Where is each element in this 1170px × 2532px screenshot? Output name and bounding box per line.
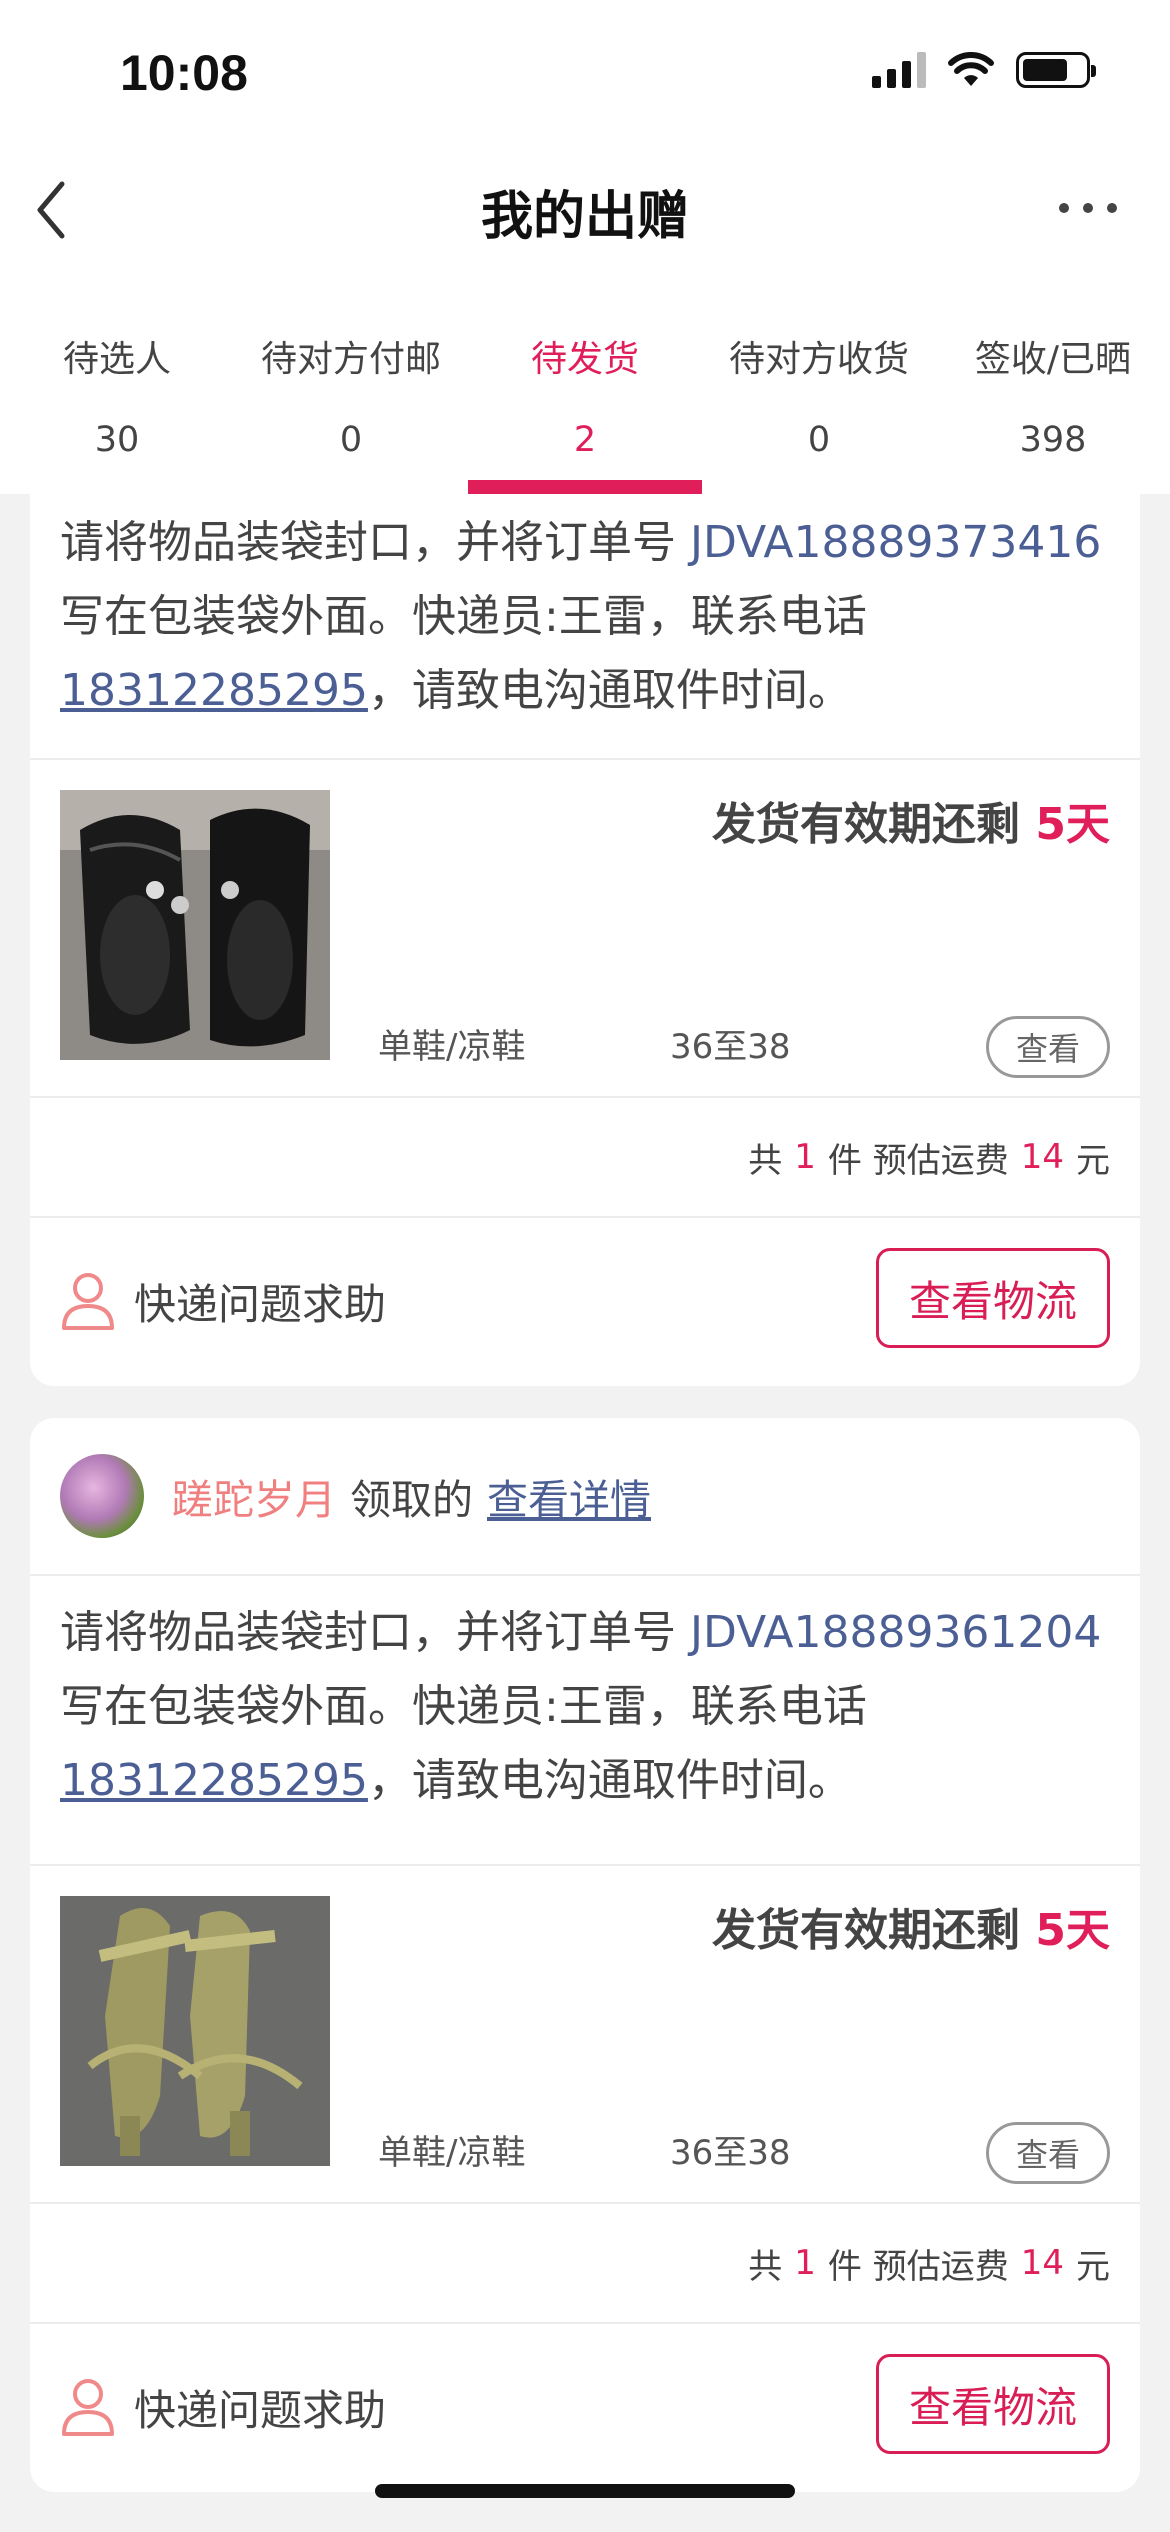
avatar[interactable] — [60, 1454, 144, 1538]
receiver-row: 蹉跎岁月 领取的 查看详情 — [30, 1418, 1140, 1576]
summary-text: 共 — [748, 1140, 783, 1181]
cellular-signal-icon — [872, 52, 926, 88]
help-row: 快递问题求助 查看物流 — [30, 1218, 1140, 1386]
receiver-action-text: 领取的 — [350, 1476, 473, 1524]
summary-text: 元 — [1076, 1140, 1110, 1181]
item-photo[interactable] — [60, 790, 330, 1060]
instr-text: 请将物品装袋封口，并将订单号 — [60, 517, 690, 568]
tab-pending-select[interactable]: 待选人 30 — [0, 270, 234, 494]
summary-text: 共 — [748, 2246, 783, 2287]
deadline-days: 5天 — [1035, 1905, 1110, 1956]
tab-label: 待对方收货 — [728, 339, 909, 380]
order-card: 蹉跎岁月 领取的 查看详情 请将物品装袋封口，并将订单号 JDVA1888936… — [30, 1418, 1140, 2492]
help-row: 快递问题求助 查看物流 — [30, 2324, 1140, 2492]
item-count: 1 — [794, 2243, 816, 2283]
item-row: 发货有效期还剩 5天 单鞋/凉鞋 36至38 查看 — [30, 760, 1140, 1098]
view-logistics-button[interactable]: 查看物流 — [876, 2354, 1110, 2454]
tab-count: 398 — [1019, 420, 1087, 460]
black-shoes-image — [60, 790, 330, 1060]
tab-label: 待选人 — [62, 339, 171, 380]
status-icons — [872, 52, 1096, 88]
shipping-deadline: 发货有效期还剩 5天 — [712, 1894, 1110, 1958]
item-category: 单鞋/凉鞋 — [378, 1027, 526, 1067]
instr-text: ，请致电沟通取件时间。 — [367, 1755, 852, 1806]
page-title: 我的出赠 — [480, 187, 689, 247]
person-icon — [62, 1273, 114, 1330]
status-bar: 10:08 — [0, 0, 1170, 150]
summary-text: 件 预估运费 — [827, 1140, 1009, 1181]
order-summary: 共 1 件 预估运费 14 元 — [30, 1098, 1140, 1218]
order-summary: 共 1 件 预估运费 14 元 — [30, 2204, 1140, 2324]
instr-text: 请将物品装袋封口，并将订单号 — [60, 1607, 690, 1658]
summary-text: 件 预估运费 — [827, 2246, 1009, 2287]
receiver-name[interactable]: 蹉跎岁月 — [172, 1466, 336, 1526]
shipping-fee: 14 — [1020, 1137, 1064, 1177]
instr-text: ，请致电沟通取件时间。 — [367, 665, 852, 716]
shipping-instructions: 请将物品装袋封口，并将订单号 JDVA18889373416 写在包装袋外面。快… — [30, 494, 1140, 760]
tab-signed-shared[interactable]: 签收/已晒 398 — [936, 270, 1170, 494]
tab-label: 签收/已晒 — [974, 339, 1132, 380]
wifi-icon — [948, 52, 994, 86]
shipping-instructions: 请将物品装袋封口，并将订单号 JDVA18889361204 写在包装袋外面。快… — [30, 1576, 1140, 1866]
deadline-label: 发货有效期还剩 — [712, 1905, 1036, 1956]
help-label: 快递问题求助 — [134, 1279, 387, 1329]
item-count: 1 — [794, 1137, 816, 1177]
status-time: 10:08 — [120, 45, 248, 101]
deadline-label: 发货有效期还剩 — [712, 799, 1036, 850]
order-number: JDVA18889361204 — [690, 1607, 1102, 1658]
tab-count: 0 — [807, 420, 831, 460]
tab-pending-shipment[interactable]: 待发货 2 — [468, 270, 702, 494]
tab-label: 待对方付邮 — [260, 339, 441, 380]
view-button[interactable]: 查看 — [986, 1016, 1110, 1078]
shipping-fee: 14 — [1020, 2243, 1064, 2283]
view-details-link[interactable]: 查看详情 — [487, 1466, 651, 1526]
courier-help-link[interactable]: 快递问题求助 — [60, 1270, 386, 1332]
tab-pending-postage[interactable]: 待对方付邮 0 — [234, 270, 468, 494]
item-row: 发货有效期还剩 5天 单鞋/凉鞋 36至38 查看 — [30, 1866, 1140, 2204]
tab-count: 30 — [94, 420, 140, 460]
tab-active-indicator — [468, 480, 702, 494]
courier-phone-link[interactable]: 18312285295 — [60, 1755, 368, 1806]
courier-phone-link[interactable]: 18312285295 — [60, 665, 368, 716]
battery-icon — [1016, 52, 1096, 88]
nav-bar: 我的出赠 — [0, 150, 1170, 270]
tab-count: 2 — [573, 420, 597, 460]
view-button[interactable]: 查看 — [986, 2122, 1110, 2184]
help-label: 快递问题求助 — [134, 2385, 387, 2435]
instr-text: 写在包装袋外面。快递员:王雷，联系电话 — [60, 591, 867, 642]
instr-text: 写在包装袋外面。快递员:王雷，联系电话 — [60, 1681, 867, 1732]
tab-count: 0 — [339, 420, 363, 460]
courier-help-link[interactable]: 快递问题求助 — [60, 2376, 386, 2438]
summary-text: 元 — [1076, 2246, 1110, 2287]
order-number: JDVA18889373416 — [690, 517, 1102, 568]
home-indicator[interactable] — [375, 2484, 795, 2498]
olive-sandals-image — [60, 1896, 330, 2166]
item-size: 36至38 — [670, 1027, 791, 1067]
order-card: 请将物品装袋封口，并将订单号 JDVA18889373416 写在包装袋外面。快… — [30, 494, 1140, 1386]
item-photo[interactable] — [60, 1896, 330, 2166]
item-size: 36至38 — [670, 2133, 791, 2173]
person-icon — [62, 2379, 114, 2436]
tab-pending-receipt[interactable]: 待对方收货 0 — [702, 270, 936, 494]
status-tabs: 待选人 30 待对方付邮 0 待发货 2 待对方收货 0 签收/已晒 398 — [0, 270, 1170, 494]
shipping-deadline: 发货有效期还剩 5天 — [712, 788, 1110, 852]
more-icon[interactable] — [1050, 180, 1130, 240]
view-logistics-button[interactable]: 查看物流 — [876, 1248, 1110, 1348]
tab-label: 待发货 — [530, 339, 639, 380]
item-category: 单鞋/凉鞋 — [378, 2133, 526, 2173]
deadline-days: 5天 — [1035, 799, 1110, 850]
